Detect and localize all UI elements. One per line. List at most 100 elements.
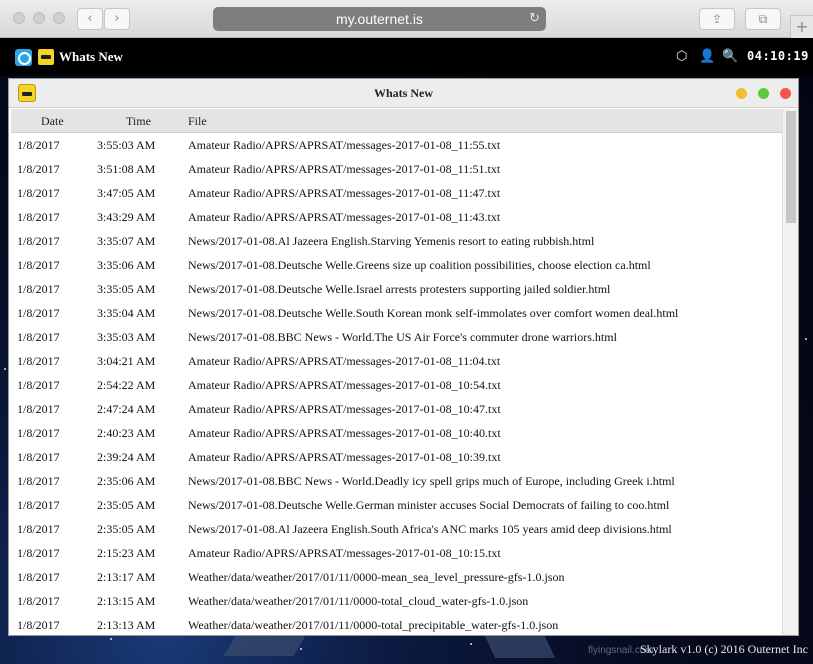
chevron-right-icon: ›	[114, 11, 120, 26]
table-row[interactable]: 1/8/2017 2:13:13 AM Weather/data/weather/2…	[11, 613, 782, 635]
scrollbar-thumb[interactable]	[786, 111, 796, 223]
back-button[interactable]: ‹	[77, 8, 103, 30]
table-row[interactable]: 1/8/2017 2:35:05 AM News/2017-01-08.Deutsc…	[11, 493, 782, 517]
url-text: my.outernet.is	[336, 11, 423, 27]
table-row[interactable]: 1/8/2017 2:54:22 AM Amateur Radio/APRS/APR…	[11, 373, 782, 397]
table-row[interactable]: 1/8/2017 3:51:08 AM Amateur Radio/APRS/APR…	[11, 157, 782, 181]
table-row[interactable]: 1/8/2017 2:35:05 AM News/2017-01-08.Al Jaz…	[11, 517, 782, 541]
cell-file: Amateur Radio/APRS/APRSAT/messages-2017-…	[188, 354, 501, 368]
table-row[interactable]: 1/8/2017 2:39:24 AM Amateur Radio/APRS/APR…	[11, 445, 782, 469]
tabs-icon: ⧉	[758, 12, 768, 26]
cell-time: 2:35:05 AM	[97, 498, 156, 512]
cell-time: 2:54:22 AM	[97, 378, 156, 392]
cell-file: Amateur Radio/APRS/APRSAT/messages-2017-…	[188, 546, 501, 560]
table-row[interactable]: 1/8/2017 2:13:17 AM Weather/data/weather/2…	[11, 565, 782, 589]
cell-file: Amateur Radio/APRS/APRSAT/messages-2017-…	[188, 450, 501, 464]
table-row[interactable]: 1/8/2017 3:47:05 AM Amateur Radio/APRS/APR…	[11, 181, 782, 205]
cell-date: 1/8/2017	[17, 210, 60, 224]
cell-time: 2:13:15 AM	[97, 594, 156, 608]
cell-file: News/2017-01-08.BBC News - World.Deadly …	[188, 474, 675, 488]
table-body: 1/8/2017 3:55:03 AM Amateur Radio/APRS/APR…	[11, 133, 782, 635]
cell-file: Amateur Radio/APRS/APRSAT/messages-2017-…	[188, 186, 501, 200]
star	[470, 643, 472, 645]
cell-date: 1/8/2017	[17, 474, 60, 488]
table-row[interactable]: 1/8/2017 3:35:07 AM News/2017-01-08.Al Jaz…	[11, 229, 782, 253]
table-row[interactable]: 1/8/2017 2:35:06 AM News/2017-01-08.BBC Ne…	[11, 469, 782, 493]
cell-date: 1/8/2017	[17, 354, 60, 368]
cell-time: 3:35:05 AM	[97, 282, 156, 296]
cell-time: 3:47:05 AM	[97, 186, 156, 200]
cell-date: 1/8/2017	[17, 162, 60, 176]
show-tabs-button[interactable]: ⧉	[745, 8, 781, 30]
cell-time: 3:55:03 AM	[97, 138, 156, 152]
cell-file: Amateur Radio/APRS/APRSAT/messages-2017-…	[188, 426, 501, 440]
cell-file: Amateur Radio/APRS/APRSAT/messages-2017-…	[188, 138, 501, 152]
close-button[interactable]	[780, 88, 791, 99]
column-header-time[interactable]: Time	[126, 109, 151, 133]
table-row[interactable]: 1/8/2017 3:35:05 AM News/2017-01-08.Deutsc…	[11, 277, 782, 301]
cell-file: Amateur Radio/APRS/APRSAT/messages-2017-…	[188, 210, 501, 224]
satellite-panel	[484, 636, 556, 658]
network-icon[interactable]: ⬡	[676, 50, 687, 64]
cell-time: 3:35:04 AM	[97, 306, 156, 320]
table-row[interactable]: 1/8/2017 3:35:03 AM News/2017-01-08.BBC Ne…	[11, 325, 782, 349]
cell-time: 2:15:23 AM	[97, 546, 156, 560]
table-row[interactable]: 1/8/2017 2:15:23 AM Amateur Radio/APRS/APR…	[11, 541, 782, 565]
cell-date: 1/8/2017	[17, 378, 60, 392]
satellite-panel	[223, 634, 307, 656]
cell-file: Weather/data/weather/2017/01/11/0000-mea…	[188, 570, 565, 584]
table-row[interactable]: 1/8/2017 2:40:23 AM Amateur Radio/APRS/APR…	[11, 421, 782, 445]
share-icon: ⇪	[711, 12, 723, 26]
start-menu-icon[interactable]	[15, 49, 32, 66]
user-icon[interactable]: 👤	[699, 50, 715, 64]
browser-minimize-dot[interactable]	[33, 12, 45, 24]
column-header-date[interactable]: Date	[41, 109, 64, 133]
browser-zoom-dot[interactable]	[53, 12, 65, 24]
cell-time: 2:13:17 AM	[97, 570, 156, 584]
cell-file: Amateur Radio/APRS/APRSAT/messages-2017-…	[188, 162, 501, 176]
table-row[interactable]: 1/8/2017 3:35:04 AM News/2017-01-08.Deutsc…	[11, 301, 782, 325]
cell-time: 2:35:06 AM	[97, 474, 156, 488]
table-row[interactable]: 1/8/2017 2:47:24 AM Amateur Radio/APRS/APR…	[11, 397, 782, 421]
cell-file: News/2017-01-08.Al Jazeera English.South…	[188, 522, 672, 536]
plus-icon: +	[795, 17, 809, 36]
cell-file: News/2017-01-08.Al Jazeera English.Starv…	[188, 234, 595, 248]
cell-file: News/2017-01-08.Deutsche Welle.Israel ar…	[188, 282, 611, 296]
cell-time: 3:51:08 AM	[97, 162, 156, 176]
table-row[interactable]: 1/8/2017 3:55:03 AM Amateur Radio/APRS/APR…	[11, 133, 782, 157]
window-titlebar[interactable]: Whats New	[9, 79, 798, 108]
taskbar-app-label: Whats New	[59, 49, 123, 64]
vertical-scrollbar[interactable]	[782, 109, 798, 635]
cell-date: 1/8/2017	[17, 306, 60, 320]
reload-icon[interactable]: ↻	[529, 7, 540, 31]
table-row[interactable]: 1/8/2017 3:35:06 AM News/2017-01-08.Deutsc…	[11, 253, 782, 277]
cell-time: 3:04:21 AM	[97, 354, 156, 368]
cell-date: 1/8/2017	[17, 282, 60, 296]
cell-date: 1/8/2017	[17, 330, 60, 344]
cell-time: 2:40:23 AM	[97, 426, 156, 440]
table-row[interactable]: 1/8/2017 3:04:21 AM Amateur Radio/APRS/APR…	[11, 349, 782, 373]
taskbar-app-whats-new[interactable]: Whats New	[38, 47, 123, 67]
cell-date: 1/8/2017	[17, 186, 60, 200]
cell-date: 1/8/2017	[17, 594, 60, 608]
cell-date: 1/8/2017	[17, 570, 60, 584]
cell-file: News/2017-01-08.Deutsche Welle.South Kor…	[188, 306, 679, 320]
maximize-button[interactable]	[758, 88, 769, 99]
new-tab-button[interactable]: +	[790, 15, 813, 38]
search-icon[interactable]: 🔍	[722, 50, 738, 64]
star	[110, 638, 112, 640]
browser-close-dot[interactable]	[13, 12, 25, 24]
forward-button[interactable]: ›	[104, 8, 130, 30]
cell-time: 3:35:07 AM	[97, 234, 156, 248]
cell-time: 3:43:29 AM	[97, 210, 156, 224]
share-button[interactable]: ⇪	[699, 8, 735, 30]
address-bar[interactable]: my.outernet.is ↻	[213, 7, 546, 31]
cell-time: 2:13:13 AM	[97, 618, 156, 632]
minimize-button[interactable]	[736, 88, 747, 99]
star	[300, 648, 302, 650]
cell-date: 1/8/2017	[17, 402, 60, 416]
cell-file: Weather/data/weather/2017/01/11/0000-tot…	[188, 594, 529, 608]
column-header-file[interactable]: File	[188, 109, 207, 133]
table-row[interactable]: 1/8/2017 2:13:15 AM Weather/data/weather/2…	[11, 589, 782, 613]
table-row[interactable]: 1/8/2017 3:43:29 AM Amateur Radio/APRS/APR…	[11, 205, 782, 229]
